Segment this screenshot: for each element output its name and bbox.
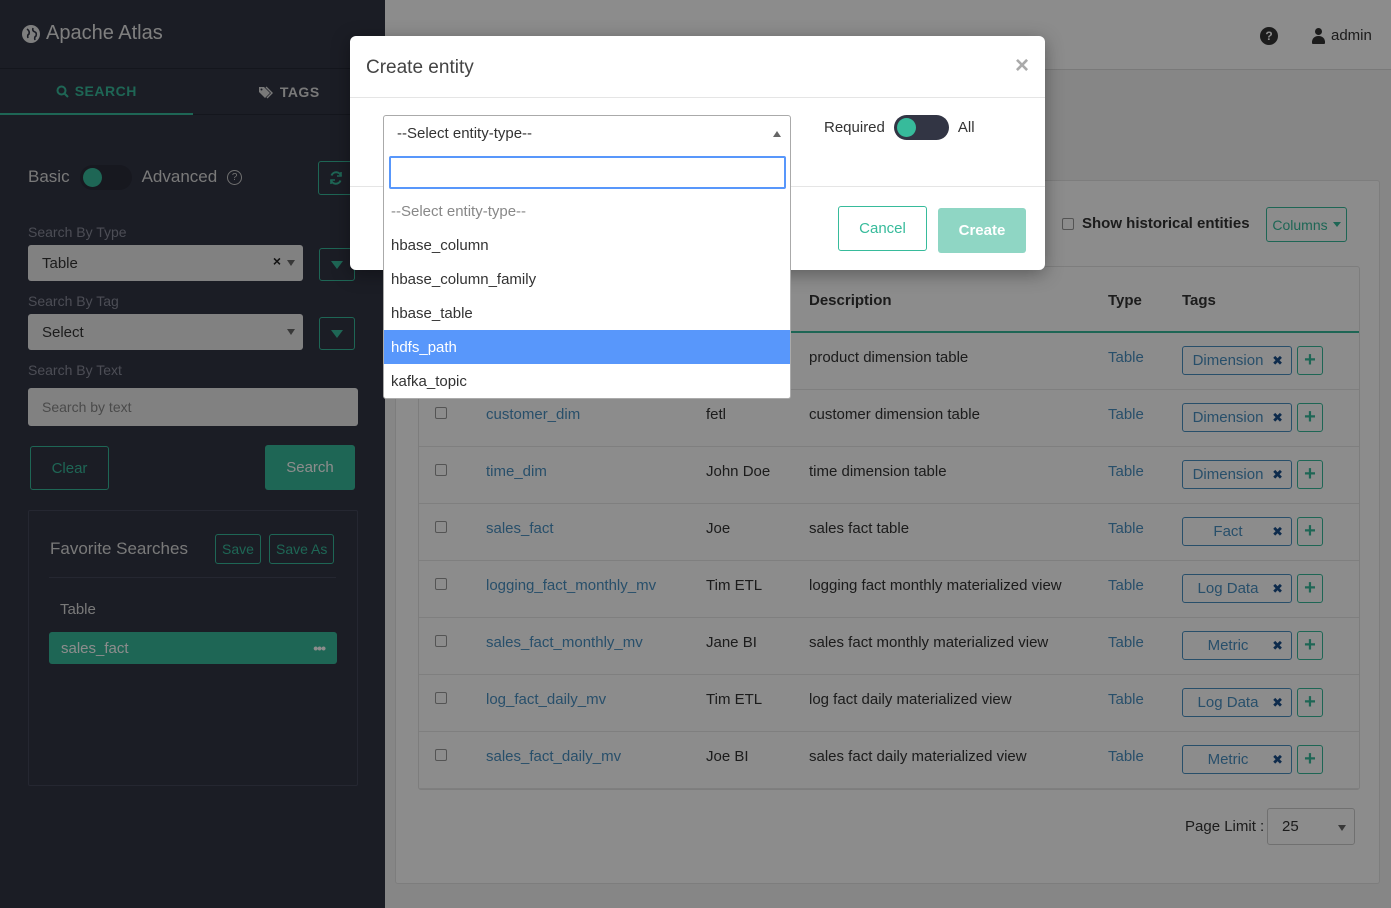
required-label: Required [824,119,885,136]
chevron-up-icon [773,131,781,137]
create-button[interactable]: Create [938,208,1026,253]
entity-type-option[interactable]: hbase_column_family [384,262,790,296]
required-all-switch[interactable] [893,115,949,140]
required-all-toggle-row: Required All [824,115,975,140]
entity-type-option[interactable]: --Select entity-type-- [384,194,790,228]
divider [350,97,1045,98]
entity-type-option[interactable]: kafka_topic [384,364,790,398]
entity-type-option[interactable]: hdfs_path [384,330,790,364]
all-label: All [957,119,975,136]
entity-type-select-value: --Select entity-type-- [397,125,533,142]
modal-title: Create entity [366,57,474,78]
entity-type-option[interactable]: hbase_column [384,228,790,262]
entity-type-select[interactable]: --Select entity-type-- [383,115,791,152]
cancel-button[interactable]: Cancel [838,206,927,251]
switch-knob [896,118,916,137]
entity-type-search-input[interactable] [389,156,786,189]
entity-type-dropdown: --Select entity-type-- hbase_column hbase_… [383,151,791,399]
close-icon[interactable]: × [1015,52,1029,80]
entity-type-option[interactable]: hbase_table [384,296,790,330]
